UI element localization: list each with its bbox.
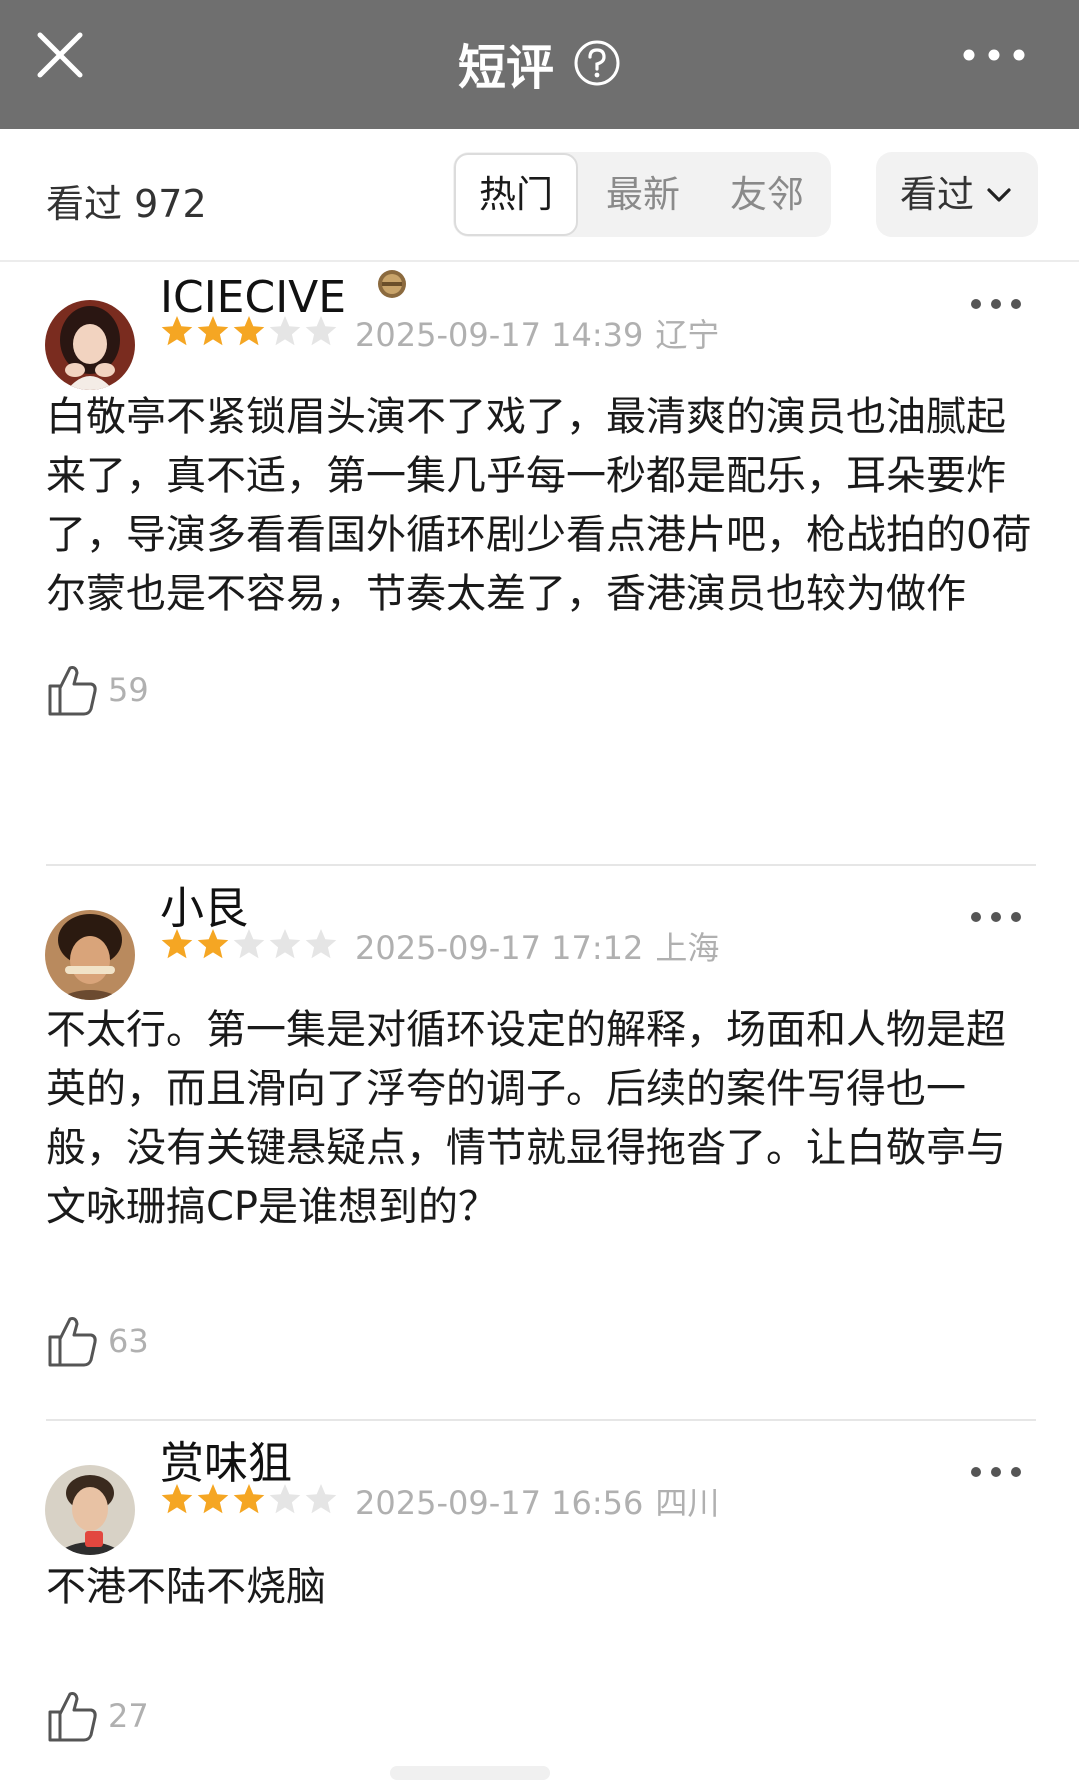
page-title: 短评 xyxy=(457,40,554,96)
star-rating xyxy=(160,314,340,348)
thumbs-up-icon xyxy=(48,1692,97,1742)
review-date: 2025-09-17 17:12 xyxy=(355,929,644,967)
like-count: 63 xyxy=(108,1322,149,1360)
chevron-down-icon xyxy=(987,188,1011,202)
avatar[interactable] xyxy=(45,910,135,1000)
nav-bar: 短评 xyxy=(0,0,1079,129)
filter-toolbar: 看过 972 热门 最新 友邻 看过 xyxy=(0,129,1079,262)
star-icon xyxy=(197,316,229,346)
review-meta: 2025-09-17 14:39 辽宁 xyxy=(355,310,719,356)
review-date: 2025-09-17 14:39 xyxy=(355,316,644,354)
divider xyxy=(46,1419,1036,1421)
more-icon[interactable] xyxy=(968,294,1024,314)
seen-count-label: 看过 xyxy=(46,182,123,226)
review-meta: 2025-09-17 16:56 四川 xyxy=(355,1478,719,1524)
review-meta: 2025-09-17 17:12 上海 xyxy=(355,923,719,969)
seen-filter-label: 看过 xyxy=(900,173,974,216)
divider xyxy=(46,864,1036,866)
review-item: 赏味狙 2025-09-17 16:56 四川 不港不陆不烧脑 27 xyxy=(0,1430,1079,1760)
like-button[interactable]: 59 xyxy=(46,662,149,718)
star-icon xyxy=(233,1484,265,1514)
tab-hot[interactable]: 热门 xyxy=(454,153,578,236)
nav-title-group: 短评 xyxy=(0,28,1079,96)
star-icon xyxy=(305,1484,337,1514)
thumbs-up-icon xyxy=(48,1317,97,1367)
star-icon xyxy=(269,929,301,959)
star-icon xyxy=(197,929,229,959)
star-icon xyxy=(305,929,337,959)
star-icon xyxy=(161,929,193,959)
help-icon[interactable] xyxy=(573,39,621,87)
thumbs-up-icon xyxy=(48,666,97,716)
home-indicator xyxy=(390,1766,550,1780)
like-button[interactable]: 27 xyxy=(46,1688,149,1744)
tab-latest[interactable]: 最新 xyxy=(581,152,705,237)
review-item: ICIECIVE 2025-09-17 14:39 辽宁 白敬亭不紧锁眉头演不了戏… xyxy=(0,262,1079,866)
star-icon xyxy=(161,316,193,346)
seen-filter-dropdown[interactable]: 看过 xyxy=(876,152,1038,237)
avatar[interactable] xyxy=(45,1465,135,1555)
star-rating xyxy=(160,1482,340,1516)
review-item: 小艮 2025-09-17 17:12 上海 不太行。第一集是对循环设定的解释，场… xyxy=(0,875,1079,1421)
like-count: 59 xyxy=(108,671,149,709)
more-icon[interactable] xyxy=(968,907,1024,927)
review-location: 辽宁 xyxy=(655,316,720,354)
star-icon xyxy=(269,1484,301,1514)
star-icon xyxy=(197,1484,229,1514)
review-date: 2025-09-17 16:56 xyxy=(355,1484,644,1522)
like-button[interactable]: 63 xyxy=(46,1313,149,1369)
like-count: 27 xyxy=(108,1697,149,1735)
more-icon[interactable] xyxy=(968,1462,1024,1482)
seen-count: 看过 972 xyxy=(46,173,207,228)
medal-badge-icon xyxy=(378,270,406,298)
tab-friends[interactable]: 友邻 xyxy=(705,152,829,237)
seen-count-number: 972 xyxy=(134,182,207,226)
star-icon xyxy=(233,929,265,959)
avatar[interactable] xyxy=(45,300,135,390)
star-icon xyxy=(269,316,301,346)
review-location: 四川 xyxy=(655,1484,720,1522)
star-icon xyxy=(161,1484,193,1514)
star-icon xyxy=(233,316,265,346)
review-location: 上海 xyxy=(655,929,720,967)
more-icon[interactable] xyxy=(959,40,1029,70)
star-rating xyxy=(160,927,340,961)
sort-tabs: 热门 最新 友邻 xyxy=(453,152,831,237)
star-icon xyxy=(305,316,337,346)
review-content: 不港不陆不烧脑 xyxy=(46,1564,326,1610)
review-content: 白敬亭不紧锁眉头演不了戏了，最清爽的演员也油腻起来了，真不适，第一集几乎每一秒都… xyxy=(46,394,1032,617)
review-content: 不太行。第一集是对循环设定的解释，场面和人物是超英的，而且滑向了浮夸的调子。后续… xyxy=(46,1007,1006,1230)
